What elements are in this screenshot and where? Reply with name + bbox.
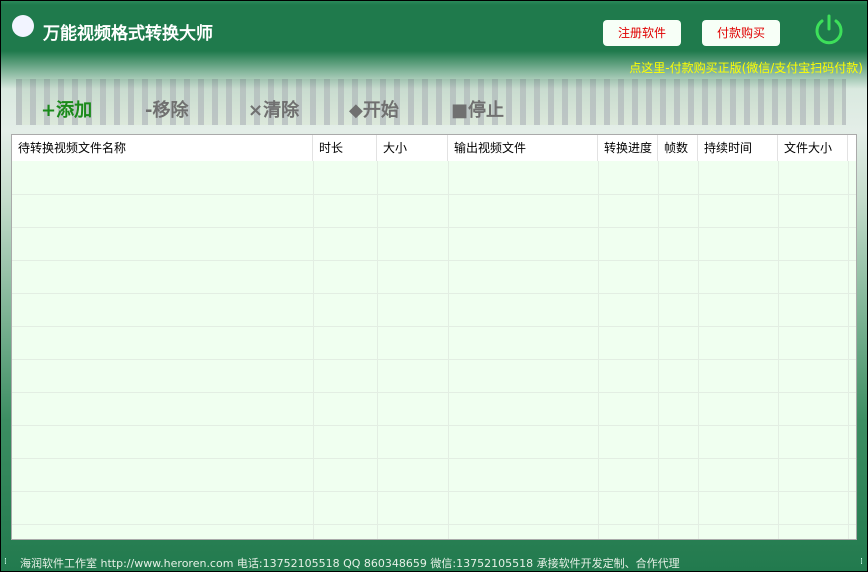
- table-header: 待转换视频文件名称 时长 大小 输出视频文件 转换进度 帧数 持续时间 文件大小: [12, 135, 856, 161]
- clear-button[interactable]: ×清除: [248, 96, 299, 122]
- grid-column-line: [658, 161, 659, 539]
- grid-row-line: [12, 194, 856, 195]
- col-duration[interactable]: 时长: [313, 135, 377, 161]
- grid-row-line: [12, 227, 856, 228]
- col-filename[interactable]: 待转换视频文件名称: [12, 135, 313, 161]
- film-strip-banner: [16, 79, 846, 125]
- resize-grip-left: ⁞: [4, 557, 7, 567]
- grid-row-line: [12, 425, 856, 426]
- status-bar-text: 海润软件工作室 http://www.heroren.com 电话:137521…: [20, 557, 680, 570]
- grid-row-line: [12, 458, 856, 459]
- app-window: 万能视频格式转换大师 注册软件 付款购买 点这里-付款购买正版(微信/支付宝扫码…: [1, 1, 867, 571]
- promo-link[interactable]: 点这里-付款购买正版(微信/支付宝扫码付款): [629, 59, 863, 76]
- app-title: 万能视频格式转换大师: [43, 24, 213, 44]
- grid-column-line: [698, 161, 699, 539]
- start-button[interactable]: ◆开始: [349, 96, 399, 122]
- col-progress[interactable]: 转换进度: [598, 135, 658, 161]
- grid-column-line: [448, 161, 449, 539]
- col-elapsed[interactable]: 持续时间: [698, 135, 778, 161]
- grid-row-line: [12, 359, 856, 360]
- col-frames[interactable]: 帧数: [658, 135, 698, 161]
- stop-button[interactable]: ■停止: [451, 96, 504, 122]
- remove-button[interactable]: -移除: [145, 96, 188, 122]
- col-size[interactable]: 大小: [377, 135, 448, 161]
- grid-column-line: [778, 161, 779, 539]
- col-filesize[interactable]: 文件大小: [778, 135, 848, 161]
- grid-row-line: [12, 392, 856, 393]
- grid-column-line: [598, 161, 599, 539]
- grid-row-line: [12, 293, 856, 294]
- power-icon[interactable]: [812, 13, 846, 47]
- grid-column-line: [848, 161, 849, 539]
- file-table[interactable]: 待转换视频文件名称 时长 大小 输出视频文件 转换进度 帧数 持续时间 文件大小: [11, 134, 857, 540]
- buy-button[interactable]: 付款购买: [702, 20, 780, 46]
- grid-row-line: [12, 260, 856, 261]
- app-icon: [12, 15, 34, 37]
- grid-column-line: [377, 161, 378, 539]
- add-button[interactable]: +添加: [41, 96, 92, 122]
- grid-row-line: [12, 524, 856, 525]
- resize-grip-icon[interactable]: ⁞: [860, 557, 863, 567]
- grid-row-line: [12, 491, 856, 492]
- register-button[interactable]: 注册软件: [603, 20, 681, 46]
- grid-row-line: [12, 326, 856, 327]
- col-output[interactable]: 输出视频文件: [448, 135, 598, 161]
- grid-column-line: [313, 161, 314, 539]
